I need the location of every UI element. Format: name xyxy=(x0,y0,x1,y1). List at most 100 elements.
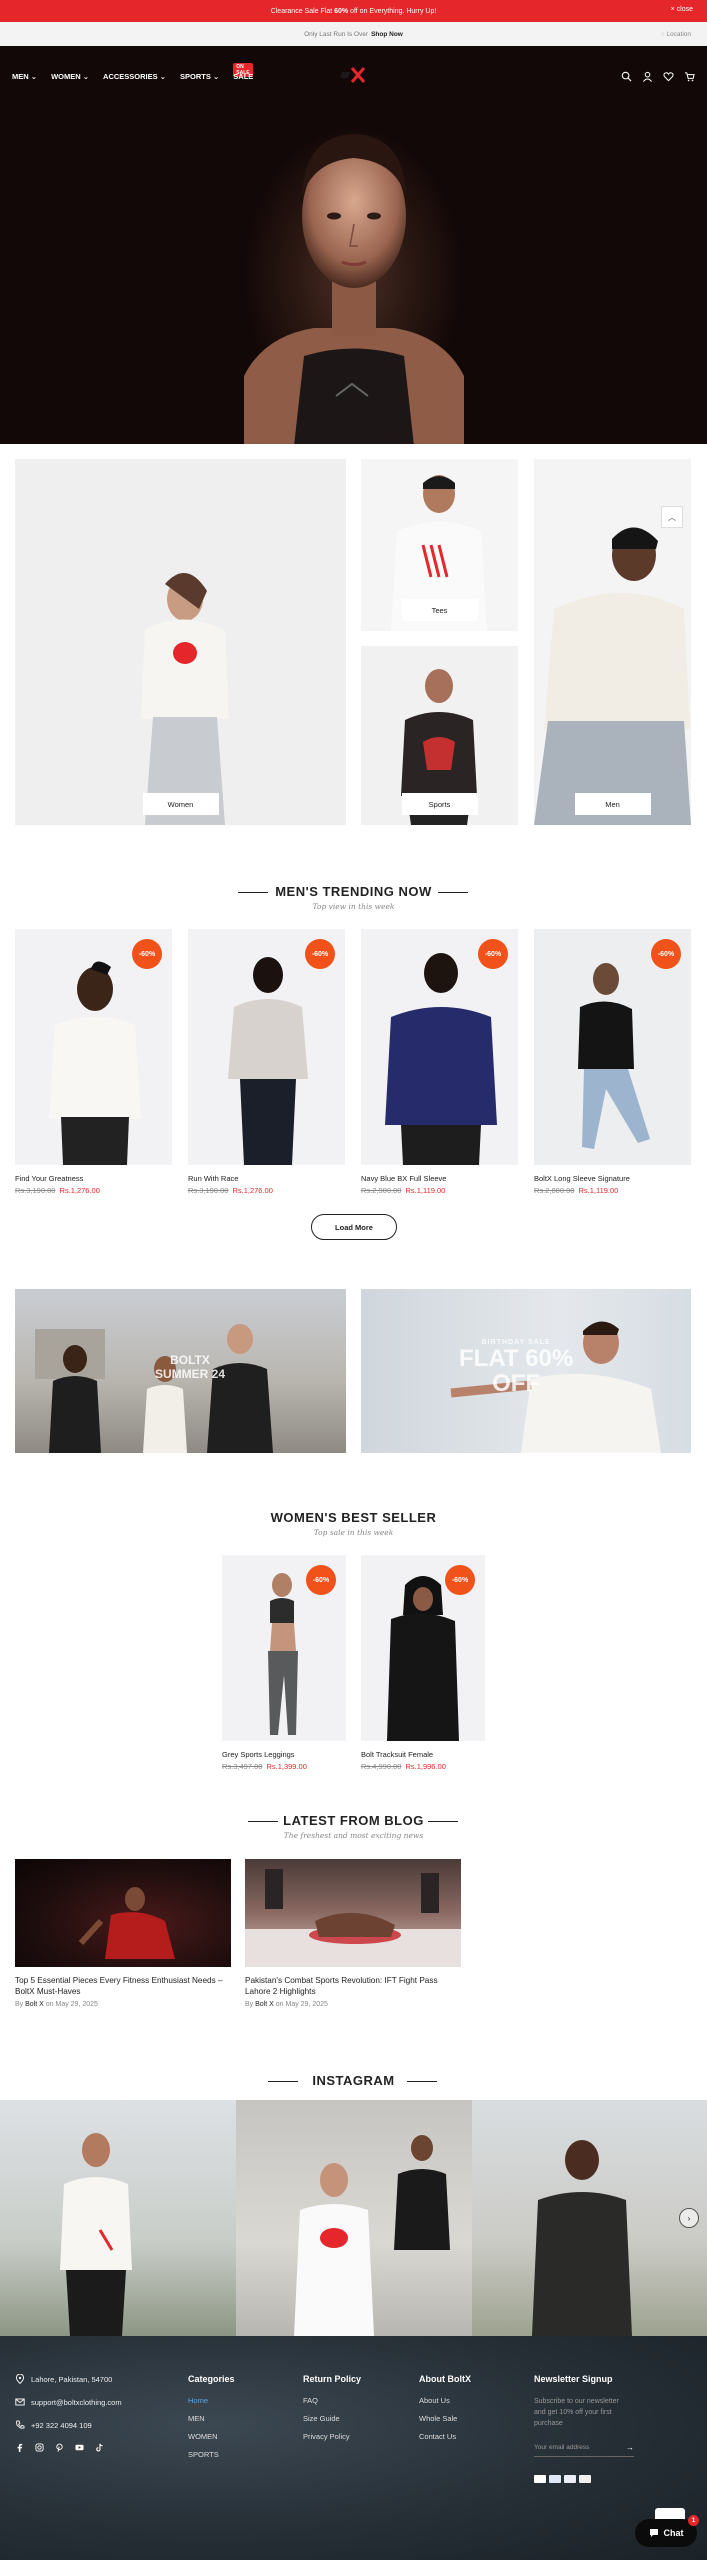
footer-address: Lahore, Pakistan, 54700 xyxy=(15,2374,122,2384)
header-icons xyxy=(621,71,695,82)
chat-button[interactable]: Chat 1 xyxy=(635,2515,699,2547)
instagram-icon[interactable] xyxy=(35,2443,44,2452)
product-image[interactable]: -60% xyxy=(15,929,172,1165)
blog-post-title[interactable]: Top 5 Essential Pieces Every Fitness Ent… xyxy=(15,1976,231,1997)
footer-about-title: About BoltX xyxy=(419,2374,471,2384)
announcement-bar: Clearance Sale Flat 60% off on Everythin… xyxy=(0,0,707,22)
blog-post-title[interactable]: Pakistan's Combat Sports Revolution: IFT… xyxy=(245,1976,461,1997)
hero-banner[interactable]: MEN ⌄ WOMEN ⌄ ACCESSORIES ⌄ SPORTS ⌄ ON … xyxy=(0,46,707,444)
wishlist-icon[interactable] xyxy=(663,71,674,82)
blog-photo xyxy=(245,1869,461,1967)
blog-post-card[interactable]: Top 5 Essential Pieces Every Fitness Ent… xyxy=(15,1859,231,2008)
product-card[interactable]: -60% Navy Blue BX Full Sleeve Rs.2,900.0… xyxy=(361,929,518,1195)
product-image[interactable]: -60% xyxy=(534,929,691,1165)
nav-item-sale[interactable]: ON SALE SALE xyxy=(233,62,254,81)
instagram-next-button[interactable]: › xyxy=(679,2208,699,2228)
product-card[interactable]: -60% Find Your Greatness Rs.3,190.00 Rs.1… xyxy=(15,929,172,1195)
scroll-to-top-button[interactable]: ︿ xyxy=(661,506,683,528)
blog-subtitle: The freshest and most exciting news xyxy=(283,1831,424,1840)
location-link[interactable]: ◌ Location xyxy=(661,31,691,38)
product-name[interactable]: Grey Sports Leggings xyxy=(222,1750,346,1759)
women-category-image xyxy=(141,573,229,825)
discount-badge: -60% xyxy=(132,939,162,969)
footer-link-home[interactable]: Home xyxy=(188,2396,235,2405)
load-more-button[interactable]: Load More xyxy=(311,1214,397,1240)
social-links xyxy=(15,2443,122,2452)
card-icon xyxy=(579,2474,591,2483)
product-card[interactable]: -60% Run With Race Rs.3,190.00 Rs.1,276.0… xyxy=(188,929,345,1195)
product-image[interactable]: -60% xyxy=(361,1555,485,1741)
visa-icon xyxy=(549,2474,561,2483)
product-name[interactable]: Bolt Tracksuit Female xyxy=(361,1750,485,1759)
tiktok-icon[interactable] xyxy=(95,2443,104,2452)
blog-image[interactable] xyxy=(245,1859,461,1967)
product-image[interactable]: -60% xyxy=(222,1555,346,1741)
newsletter-submit-icon[interactable]: → xyxy=(626,2443,634,2452)
product-card[interactable]: -60% Grey Sports Leggings Rs.3,497.00 Rs.… xyxy=(222,1555,346,1771)
instagram-post[interactable] xyxy=(0,2100,236,2336)
footer-link-size-guide[interactable]: Size Guide xyxy=(303,2414,361,2423)
location-icon xyxy=(15,2374,25,2384)
instagram-post[interactable] xyxy=(236,2100,472,2336)
newsletter-email-input[interactable]: Your email address → xyxy=(534,2443,634,2457)
footer-link-wholesale[interactable]: Whole Sale xyxy=(419,2414,471,2423)
footer-newsletter: Newsletter Signup Subscribe to our newsl… xyxy=(534,2374,634,2483)
announcement-text: Clearance Sale Flat 60% off on Everythin… xyxy=(270,7,437,15)
category-tile-women[interactable]: Women xyxy=(15,459,346,825)
boltx-logo[interactable] xyxy=(338,66,368,84)
chat-unread-badge: 1 xyxy=(688,2515,699,2526)
product-card[interactable]: -60% Bolt Tracksuit Female Rs.4,990.00 Rs… xyxy=(361,1555,485,1771)
shop-now-link[interactable]: Shop Now xyxy=(371,31,403,38)
nav-item-women[interactable]: WOMEN ⌄ xyxy=(51,72,89,81)
product-price: Rs.2,900.00 Rs.1,119.00 xyxy=(361,1186,446,1195)
product-name[interactable]: Navy Blue BX Full Sleeve xyxy=(361,1174,518,1183)
promo-banner-summer[interactable]: BOLTX SUMMER 24 xyxy=(15,1289,346,1453)
product-price: Rs.3,190.00 Rs.1,276.00 xyxy=(188,1186,273,1195)
nav-item-sports[interactable]: SPORTS ⌄ xyxy=(180,72,219,81)
announcement-close-button[interactable]: × close xyxy=(671,6,693,13)
instagram-post[interactable] xyxy=(472,2100,707,2336)
pinterest-icon[interactable] xyxy=(55,2443,64,2452)
youtube-icon[interactable] xyxy=(75,2443,84,2452)
account-icon[interactable] xyxy=(642,71,653,82)
search-icon[interactable] xyxy=(621,71,632,82)
footer-link-contact[interactable]: Contact Us xyxy=(419,2432,471,2441)
cart-icon[interactable] xyxy=(684,71,695,82)
footer-link-women[interactable]: WOMEN xyxy=(188,2432,235,2441)
category-label-women[interactable]: Women xyxy=(142,793,219,815)
title-divider xyxy=(428,1821,458,1822)
mastercard-icon xyxy=(534,2474,546,2483)
product-name[interactable]: Find Your Greatness xyxy=(15,1174,172,1183)
product-image[interactable]: -60% xyxy=(361,929,518,1165)
footer-link-privacy[interactable]: Privacy Policy xyxy=(303,2432,361,2441)
footer-link-men[interactable]: MEN xyxy=(188,2414,235,2423)
blog-post-card[interactable]: Pakistan's Combat Sports Revolution: IFT… xyxy=(245,1859,461,2008)
category-label-tees[interactable]: Tees xyxy=(401,599,478,621)
blog-image[interactable] xyxy=(15,1859,231,1967)
category-label-men[interactable]: Men xyxy=(574,793,651,815)
product-image[interactable]: -60% xyxy=(188,929,345,1165)
nav-item-men[interactable]: MEN ⌄ xyxy=(12,72,37,81)
subbar-text: Only Last Run Is Over xyxy=(304,30,369,38)
instagram-photo xyxy=(294,2135,450,2336)
sub-announcement-bar: Only Last Run Is Over Shop Now ◌ Locatio… xyxy=(0,22,707,46)
mail-icon xyxy=(15,2398,25,2406)
newsletter-text: Subscribe to our newsletter and get 10% … xyxy=(534,2398,619,2428)
footer-phone[interactable]: +92 322 4094 109 xyxy=(15,2420,122,2430)
footer-link-about-us[interactable]: About Us xyxy=(419,2396,471,2405)
footer-link-faq[interactable]: FAQ xyxy=(303,2396,361,2405)
category-label-sports[interactable]: Sports xyxy=(401,793,478,815)
promo-banner-birthday[interactable]: BIRTHDAY SALE FLAT 60% OFF xyxy=(361,1289,691,1453)
instagram-photo xyxy=(60,2133,132,2336)
facebook-icon[interactable] xyxy=(15,2443,24,2452)
product-name[interactable]: BoltX Long Sleeve Signature xyxy=(534,1174,691,1183)
product-card[interactable]: -60% BoltX Long Sleeve Signature Rs.2,80… xyxy=(534,929,691,1195)
footer-email[interactable]: support@boltxclothing.com xyxy=(15,2397,122,2407)
product-name[interactable]: Run With Race xyxy=(188,1174,345,1183)
category-tile-tees[interactable]: Tees xyxy=(361,459,518,631)
category-tile-sports[interactable]: Sports xyxy=(361,646,518,825)
footer-link-sports[interactable]: SPORTS xyxy=(188,2450,235,2459)
title-divider xyxy=(438,892,468,893)
title-divider xyxy=(407,2081,437,2082)
nav-item-accessories[interactable]: ACCESSORIES ⌄ xyxy=(103,72,166,81)
